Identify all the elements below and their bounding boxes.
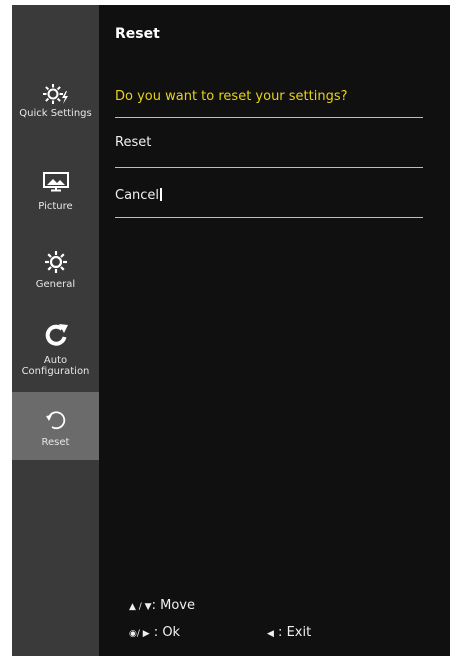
ok-hint-label: Ok [162,625,181,640]
quick-settings-icon [42,84,68,104]
sidebar-item-label: General [35,279,76,290]
reset-option-label: Reset [115,135,152,150]
sidebar-item-label: Reset [41,437,70,448]
sidebar-item-picture[interactable]: Picture [12,172,99,212]
exit-hint-label: Exit [286,625,312,640]
reset-question: Do you want to reset your settings? [115,89,348,104]
sidebar-item-label: Auto Configuration [21,355,90,377]
up-down-arrows-icon: ▲ / ▼ [129,602,152,612]
left-arrow-icon: ◀ [267,629,274,639]
reset-option[interactable]: Reset [115,135,151,150]
general-gear-icon [44,251,67,273]
picture-icon [42,172,69,192]
osd-menu: Quick Settings Picture General Auto Conf… [12,5,450,656]
page-title: Reset [115,26,160,42]
sidebar-item-reset[interactable]: Reset [12,392,99,460]
divider [115,117,423,118]
cancel-option[interactable]: Cancel [115,188,162,203]
sidebar-item-auto-configuration[interactable]: Auto Configuration [12,322,99,377]
sidebar-item-quick-settings[interactable]: Quick Settings [12,83,99,119]
move-hint: ▲ / ▼: Move [129,598,195,613]
text-cursor [160,188,162,201]
auto-configuration-icon [45,324,68,346]
main-panel: Reset Do you want to reset your settings… [99,5,450,656]
divider [115,217,423,218]
exit-hint: ◀ : Exit [267,625,312,640]
joystick-right-icon: ◉/ ▶ [129,629,150,639]
sidebar-item-general[interactable]: General [12,250,99,290]
sidebar-item-label: Picture [38,201,73,212]
cancel-option-label: Cancel [115,188,160,203]
reset-icon [45,411,65,430]
sidebar: Quick Settings Picture General Auto Conf… [12,5,99,656]
divider [115,167,423,168]
sidebar-item-label: Quick Settings [19,108,92,119]
move-hint-label: Move [160,598,195,613]
ok-hint: ◉/ ▶ : Ok [129,625,181,640]
